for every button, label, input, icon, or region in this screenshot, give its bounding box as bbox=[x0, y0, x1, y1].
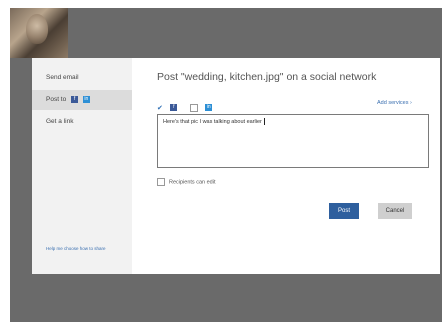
recipients-checkbox[interactable] bbox=[157, 178, 165, 186]
facebook-checkbox[interactable]: ✔ bbox=[157, 104, 163, 112]
add-services-link[interactable]: Add services › bbox=[377, 100, 412, 106]
cancel-button[interactable]: Cancel bbox=[378, 203, 412, 219]
help-link[interactable]: Help me choose how to share bbox=[46, 246, 106, 251]
share-sidebar: Send email Post to f in Get a link Help … bbox=[32, 58, 132, 274]
photo-thumbnail bbox=[10, 8, 68, 58]
service-checkboxes: ✔ f in bbox=[157, 99, 213, 112]
linkedin-icon: in bbox=[205, 104, 213, 112]
message-text: Here's that pic I was talking about earl… bbox=[163, 118, 262, 125]
sidebar-item-label: Post to bbox=[46, 96, 67, 103]
sidebar-item-label: Get a link bbox=[46, 118, 74, 125]
facebook-icon: f bbox=[170, 104, 178, 112]
facebook-icon: f bbox=[71, 95, 79, 103]
post-button[interactable]: Post bbox=[329, 203, 359, 219]
share-dialog: Send email Post to f in Get a link Help … bbox=[32, 58, 440, 274]
recipients-label: Recipients can edit bbox=[169, 179, 216, 186]
linkedin-checkbox[interactable] bbox=[189, 103, 198, 112]
linkedin-icon: in bbox=[82, 95, 90, 103]
sidebar-item-label: Send email bbox=[46, 74, 79, 81]
dialog-title: Post "wedding, kitchen.jpg" on a social … bbox=[157, 71, 377, 83]
message-textarea[interactable]: Here's that pic I was talking about earl… bbox=[157, 114, 429, 168]
sidebar-item-send-email[interactable]: Send email bbox=[32, 68, 132, 88]
recipients-can-edit[interactable]: Recipients can edit bbox=[157, 178, 215, 186]
sidebar-item-get-link[interactable]: Get a link bbox=[32, 112, 132, 132]
sidebar-item-post-to[interactable]: Post to f in bbox=[32, 90, 132, 110]
